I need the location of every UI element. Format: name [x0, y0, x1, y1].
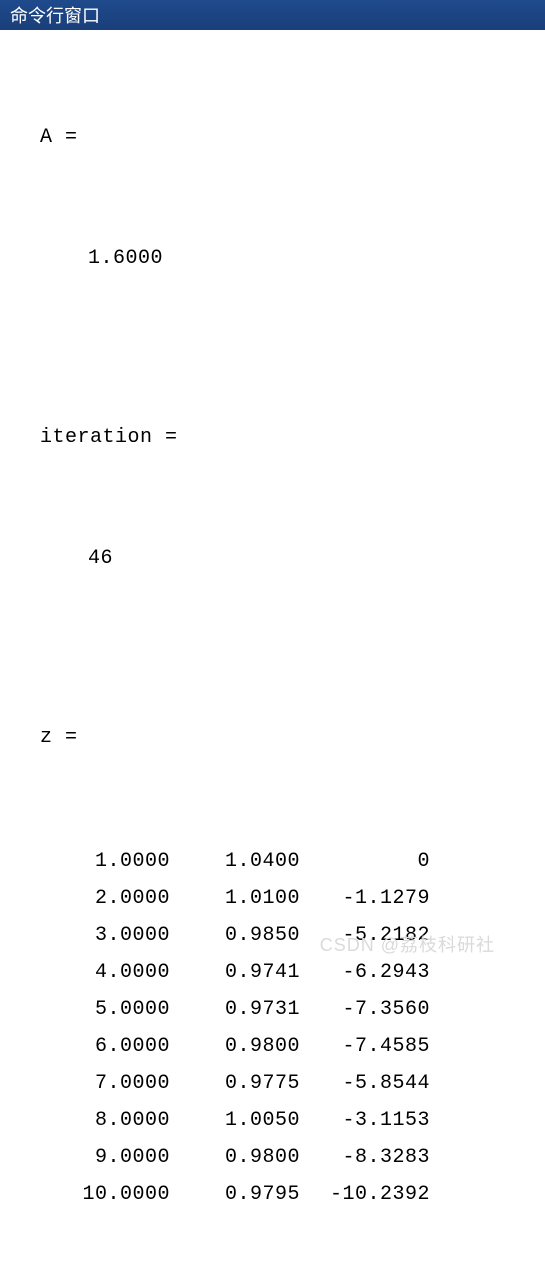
table-cell: 4.0000: [48, 954, 178, 991]
table-row: 6.00000.9800-7.4585: [48, 1028, 525, 1065]
window-titlebar: 命令行窗口: [0, 0, 545, 30]
command-output-area[interactable]: A = 1.6000 iteration = 46 z = 1.00001.04…: [0, 30, 545, 1264]
variable-A-label: A =: [40, 122, 525, 153]
table-row: 7.00000.9775-5.8544: [48, 1065, 525, 1102]
table-cell: 0.9800: [178, 1139, 308, 1176]
table-cell: 1.0100: [178, 880, 308, 917]
table-cell: 10.0000: [48, 1176, 178, 1213]
table-row: 8.00001.0050-3.1153: [48, 1102, 525, 1139]
table-cell: 0.9795: [178, 1176, 308, 1213]
variable-iteration-label: iteration =: [40, 422, 525, 453]
table-cell: -7.3560: [308, 991, 438, 1028]
table-cell: 2.0000: [48, 880, 178, 917]
table-cell: -10.2392: [308, 1176, 438, 1213]
table-cell: 0.9731: [178, 991, 308, 1028]
variable-A-value: 1.6000: [40, 243, 525, 274]
table-cell: 0: [308, 843, 438, 880]
variable-z-label: z =: [40, 722, 525, 753]
table-cell: 6.0000: [48, 1028, 178, 1065]
table-row: 1.00001.04000: [48, 843, 525, 880]
table-cell: 8.0000: [48, 1102, 178, 1139]
table-row: 10.00000.9795-10.2392: [48, 1176, 525, 1213]
variable-iteration-value: 46: [40, 543, 525, 574]
table-cell: -3.1153: [308, 1102, 438, 1139]
table-cell: 1.0000: [48, 843, 178, 880]
table-cell: 0.9741: [178, 954, 308, 991]
table-cell: 7.0000: [48, 1065, 178, 1102]
table-cell: 1.0050: [178, 1102, 308, 1139]
table-cell: -5.2182: [308, 917, 438, 954]
table-row: 9.00000.9800-8.3283: [48, 1139, 525, 1176]
table-cell: 0.9800: [178, 1028, 308, 1065]
table-row: 5.00000.9731-7.3560: [48, 991, 525, 1028]
table-cell: -8.3283: [308, 1139, 438, 1176]
table-cell: 9.0000: [48, 1139, 178, 1176]
table-row: 4.00000.9741-6.2943: [48, 954, 525, 991]
matrix-z-output: 1.00001.040002.00001.0100-1.12793.00000.…: [40, 843, 525, 1213]
table-cell: -6.2943: [308, 954, 438, 991]
table-cell: -7.4585: [308, 1028, 438, 1065]
table-cell: 0.9775: [178, 1065, 308, 1102]
table-row: 2.00001.0100-1.1279: [48, 880, 525, 917]
table-cell: 5.0000: [48, 991, 178, 1028]
table-cell: -1.1279: [308, 880, 438, 917]
window-title: 命令行窗口: [10, 2, 100, 28]
table-cell: -5.8544: [308, 1065, 438, 1102]
table-cell: 1.0400: [178, 843, 308, 880]
table-cell: 0.9850: [178, 917, 308, 954]
table-row: 3.00000.9850-5.2182: [48, 917, 525, 954]
table-cell: 3.0000: [48, 917, 178, 954]
